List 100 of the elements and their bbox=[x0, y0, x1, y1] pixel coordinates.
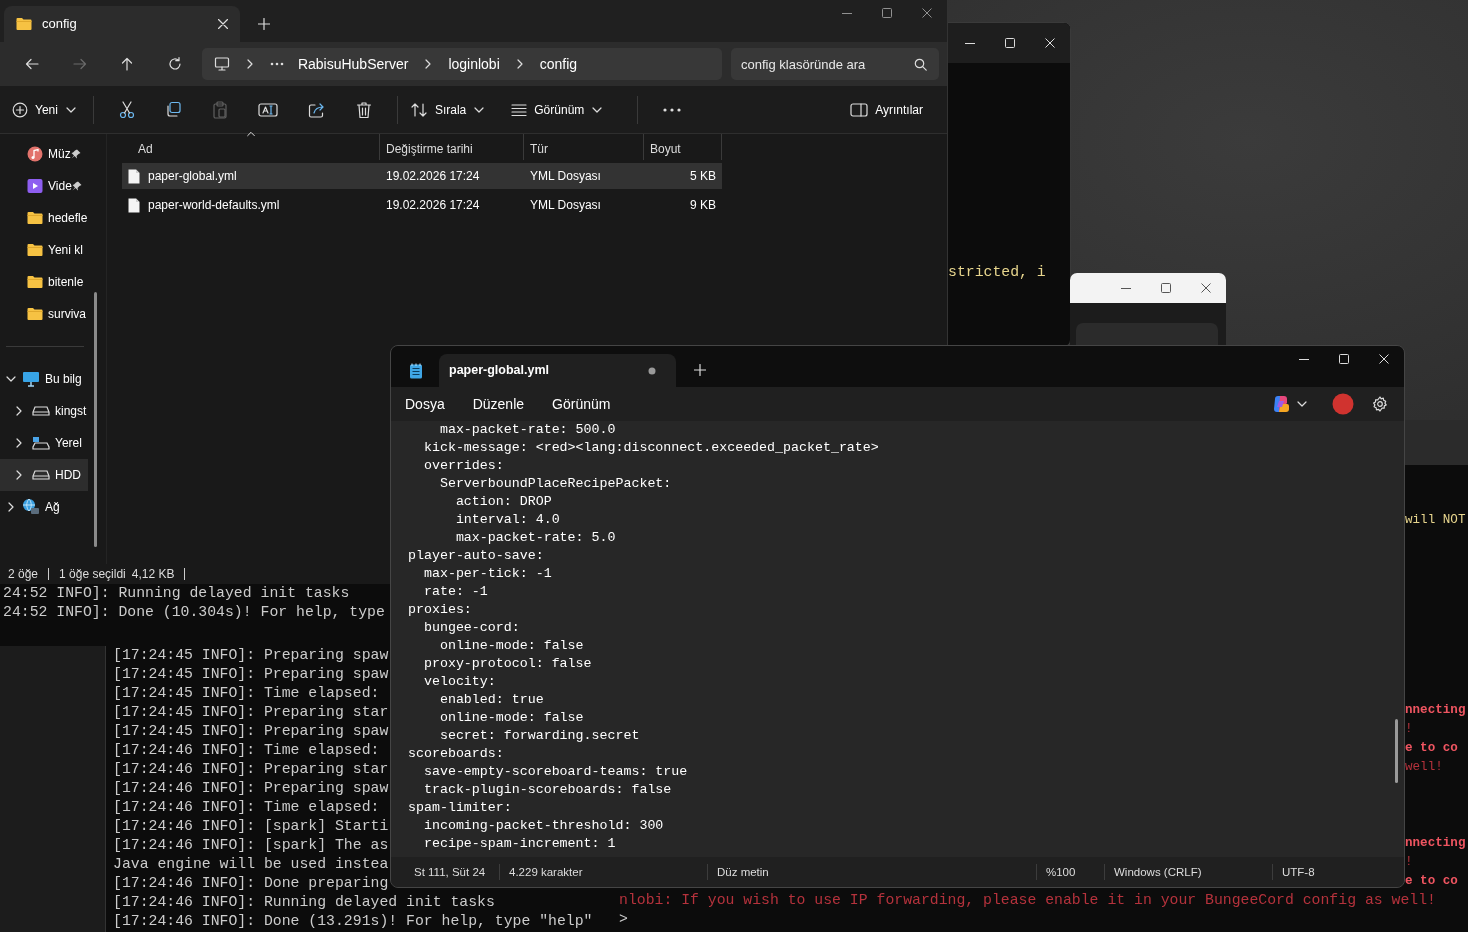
menu-item[interactable]: Düzenle bbox=[462, 390, 535, 418]
console-line: [17:24:46 INFO]: Preparing star bbox=[113, 760, 389, 779]
breadcrumb[interactable]: RabisuHubServer bbox=[297, 53, 409, 75]
maximize-icon[interactable] bbox=[1161, 283, 1171, 293]
folder-tab[interactable]: config bbox=[4, 6, 240, 42]
sort-button[interactable]: Sırala bbox=[407, 96, 488, 123]
code-line: kick-message: <red><lang:disconnect.exceeded_packet_rate> bbox=[422, 439, 880, 457]
notepad-icon bbox=[409, 363, 423, 379]
view-button[interactable]: Görünüm bbox=[509, 96, 606, 123]
file-date: 19.02.2026 17:24 bbox=[385, 197, 481, 214]
console-line: 24:52 INFO]: Running delayed init tasks bbox=[3, 584, 350, 603]
file-row[interactable]: paper-world-defaults.yml 19.02.2026 17:24 YML Dosyası 9 KB bbox=[122, 192, 722, 218]
console-line: nnecting bbox=[1405, 835, 1466, 852]
sidebar-item[interactable]: Müz bbox=[0, 138, 88, 170]
new-button[interactable]: Yeni bbox=[10, 96, 79, 123]
sort-arrows-icon bbox=[409, 101, 428, 118]
file-name: paper-world-defaults.yml bbox=[148, 197, 280, 214]
close-icon[interactable] bbox=[1201, 283, 1211, 293]
search-field[interactable]: config klasöründe ara bbox=[731, 48, 939, 80]
sidebar-item[interactable]: bitenle bbox=[0, 266, 88, 298]
sidebar-item[interactable]: Yerel bbox=[0, 427, 88, 459]
sidebar-item[interactable]: Yeni kl bbox=[0, 234, 88, 266]
console-line: [17:24:45 INFO]: Preparing spaw bbox=[113, 665, 389, 684]
console-line: > bbox=[619, 910, 628, 929]
folder-icon bbox=[27, 243, 43, 257]
share-icon[interactable] bbox=[307, 101, 326, 118]
column-header[interactable]: Değiştirme tarihi bbox=[380, 134, 524, 160]
file-date: 19.02.2026 17:24 bbox=[385, 168, 481, 185]
file-icon bbox=[128, 197, 140, 213]
sidebar-item[interactable]: kingst bbox=[0, 395, 88, 427]
code-line: track-plugin-scoreboards: false bbox=[422, 781, 673, 799]
console-line: [17:24:45 INFO]: Time elapsed: bbox=[113, 684, 380, 703]
drive-icon bbox=[32, 405, 50, 417]
rename-icon[interactable] bbox=[257, 101, 278, 118]
console-line: nlobi: If you wish to use IP forwarding, please enable it in your BungeeCord config as well! bbox=[619, 891, 1436, 910]
breadcrumb[interactable]: loginlobi bbox=[448, 53, 500, 75]
refresh-icon[interactable] bbox=[167, 56, 183, 72]
console-line: [17:24:46 INFO]: [spark] Starti bbox=[113, 817, 389, 836]
settings-icon[interactable] bbox=[1372, 396, 1388, 412]
scissors-icon[interactable] bbox=[118, 100, 135, 119]
console-line: [17:24:45 INFO]: Preparing star bbox=[113, 703, 389, 722]
file-size: 5 KB bbox=[689, 168, 717, 185]
details-button[interactable]: Ayrıntılar bbox=[848, 96, 925, 123]
more-icon[interactable] bbox=[269, 62, 284, 66]
column-header[interactable]: Boyut bbox=[644, 134, 722, 160]
status-text: 2 öğe bbox=[8, 566, 39, 583]
back-arrow-icon[interactable] bbox=[23, 56, 40, 72]
copy-icon[interactable] bbox=[164, 101, 182, 118]
console-line: nnecting bbox=[1405, 702, 1466, 719]
sidebar-item[interactable]: surviva bbox=[0, 298, 88, 330]
code-line: ServerboundPlaceRecipePacket: bbox=[438, 475, 673, 493]
console-line: ! bbox=[1405, 854, 1413, 871]
file-type: YML Dosyası bbox=[529, 168, 602, 185]
sidebar-item[interactable]: Vide bbox=[0, 170, 88, 202]
sidebar-item[interactable]: Bu bilg bbox=[0, 363, 88, 395]
code-line: max-per-tick: -1 bbox=[422, 565, 553, 583]
status-text: UTF-8 bbox=[1281, 865, 1315, 880]
sidebar-item[interactable]: hedefle bbox=[0, 202, 88, 234]
console-line: [17:24:46 INFO]: Done preparing bbox=[113, 874, 389, 893]
console-line: stricted, i bbox=[948, 263, 1046, 282]
plus-icon[interactable] bbox=[258, 18, 270, 30]
breadcrumb[interactable]: config bbox=[539, 53, 578, 75]
code-line: recipe-spam-increment: 1 bbox=[422, 835, 617, 853]
menu-item[interactable]: Dosya bbox=[395, 390, 455, 418]
plus-icon[interactable] bbox=[694, 364, 706, 376]
address-bar[interactable]: RabisuHubServer loginlobi config bbox=[201, 48, 722, 80]
file-icon bbox=[128, 168, 140, 184]
sidebar-item[interactable]: HDD bbox=[0, 459, 88, 491]
console-line: will NOT bbox=[1405, 512, 1466, 529]
menu-item[interactable]: Görünüm bbox=[542, 390, 621, 418]
code-line: overrides: bbox=[422, 457, 505, 475]
console-line: [17:24:46 INFO]: [spark] The as bbox=[113, 836, 389, 855]
globe-monitor-icon bbox=[22, 498, 40, 516]
status-text: 4.229 karakter bbox=[500, 864, 708, 880]
code-line: incoming-packet-threshold: 300 bbox=[422, 817, 665, 835]
plus-circle-icon bbox=[12, 101, 28, 118]
file-tab[interactable]: paper-global.yml bbox=[439, 354, 676, 387]
more-icon[interactable] bbox=[663, 107, 682, 112]
code-line: proxies: bbox=[408, 601, 473, 619]
drive-icon bbox=[32, 436, 50, 450]
console-line: well! bbox=[1405, 759, 1443, 776]
code-line: max-packet-rate: 5.0 bbox=[454, 529, 617, 547]
status-text: %100 bbox=[1037, 864, 1105, 880]
trash-icon[interactable] bbox=[355, 100, 372, 119]
console-line: e to co bbox=[1405, 873, 1458, 890]
file-name: paper-global.yml bbox=[148, 168, 237, 185]
file-row[interactable]: paper-global.yml 19.02.2026 17:24 YML Dosyası 5 KB bbox=[122, 163, 722, 189]
sidebar-item[interactable]: Ağ bbox=[0, 491, 88, 523]
code-line: spam-limiter: bbox=[408, 799, 513, 817]
console-line: e to co bbox=[1405, 740, 1458, 757]
column-header[interactable]: Tür bbox=[524, 134, 644, 160]
avatar-icon[interactable] bbox=[1332, 393, 1354, 415]
details-pane-icon bbox=[850, 102, 869, 117]
code-line: secret: forwarding.secret bbox=[438, 727, 641, 745]
code-line: interval: 4.0 bbox=[454, 511, 561, 529]
folder-icon bbox=[27, 307, 43, 321]
code-line: online-mode: false bbox=[438, 637, 585, 655]
column-header[interactable]: Ad bbox=[122, 134, 380, 160]
console-line: [17:24:46 INFO]: Preparing spaw bbox=[113, 779, 389, 798]
file-size: 9 KB bbox=[689, 197, 717, 214]
